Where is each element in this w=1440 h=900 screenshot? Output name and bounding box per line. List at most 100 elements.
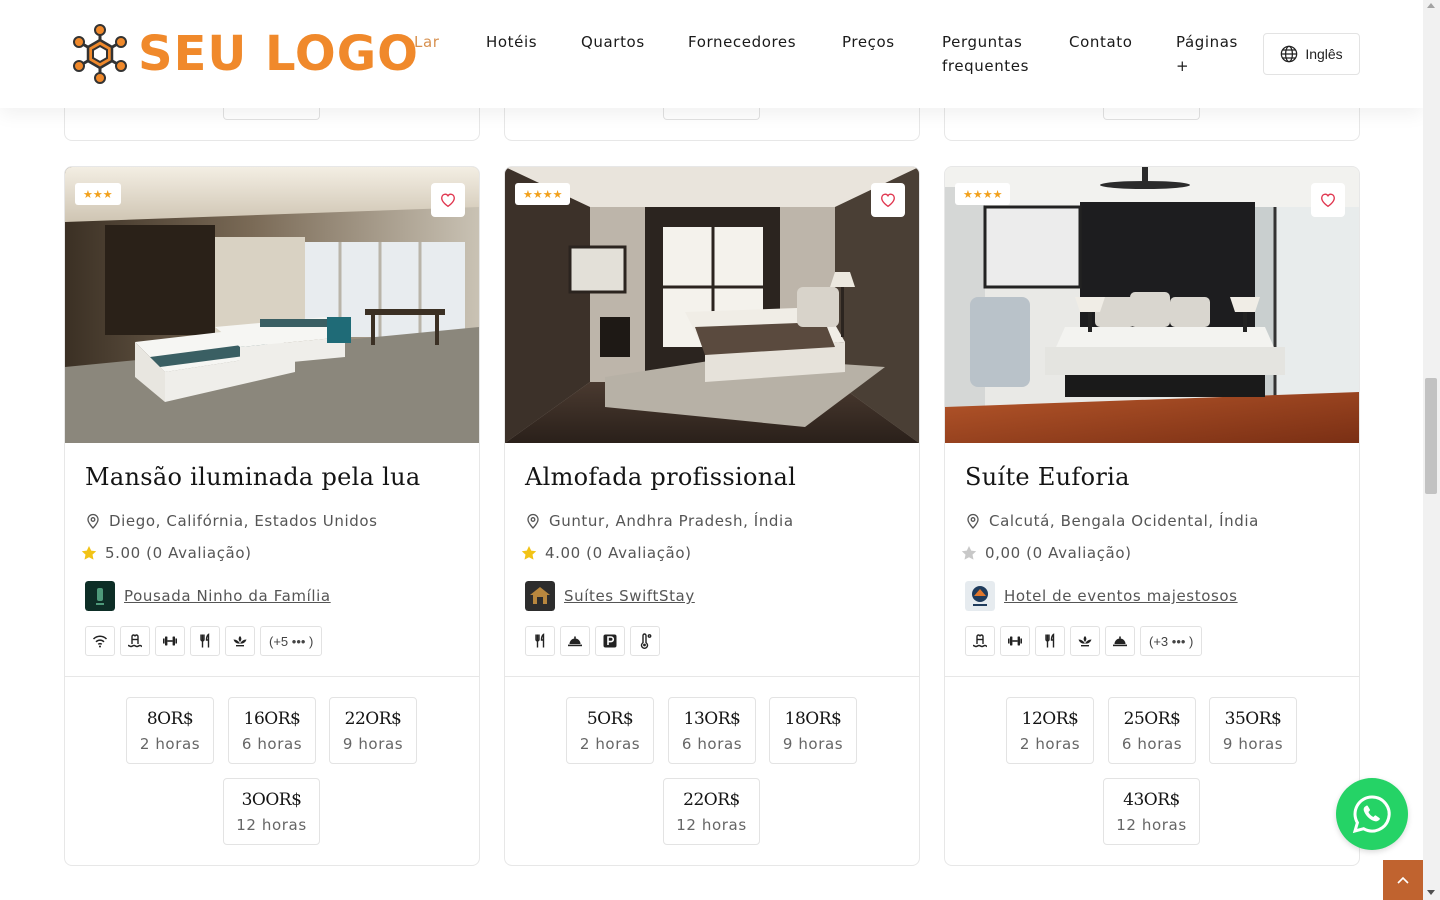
price-option[interactable]: 16OR$ 6 horas <box>228 697 316 764</box>
nav-pages-plus: + <box>1176 57 1190 75</box>
scroll-down-arrow[interactable] <box>1427 890 1435 895</box>
price-duration: 12 horas <box>236 816 307 834</box>
star-rating-badge: ★★★ <box>75 183 121 205</box>
language-label: Inglês <box>1305 46 1343 62</box>
hotel-title[interactable]: Almofada profissional <box>525 463 796 491</box>
more-amenities-button[interactable]: (+5 ••• ) <box>260 626 323 656</box>
hotel-title[interactable]: Mansão iluminada pela lua <box>85 463 420 491</box>
vendor-logo[interactable] <box>965 581 995 611</box>
hotel-rating: 5.00 (0 Avaliação) <box>81 544 252 562</box>
amenity-gym[interactable] <box>1000 626 1030 656</box>
nav-pages-label: Páginas <box>1176 33 1238 51</box>
nav-pages[interactable]: Páginas + <box>1176 30 1238 78</box>
hotel-card: ★★★★ Suíte Euforia Calcutá, Bengala Ocid… <box>944 166 1360 866</box>
price-option[interactable]: 22OR$ 9 horas <box>329 697 417 764</box>
globe-icon <box>1281 45 1298 63</box>
price-duration: 12 horas <box>1116 816 1187 834</box>
site-logo[interactable]: SEU LOGO <box>70 24 419 84</box>
price-option[interactable]: 18OR$ 9 horas <box>769 697 857 764</box>
amenity-parking[interactable] <box>595 626 625 656</box>
price-amount: 22OR$ <box>683 790 740 810</box>
map-pin-icon <box>967 513 979 529</box>
vendor: Pousada Ninho da Família <box>85 581 331 611</box>
hotel-title[interactable]: Suíte Euforia <box>965 463 1130 491</box>
price-option[interactable]: 8OR$ 2 horas <box>126 697 214 764</box>
room-photo[interactable]: ★★★★ <box>505 167 919 443</box>
price-amount: 12OR$ <box>1021 709 1079 729</box>
amenity-pool[interactable] <box>120 626 150 656</box>
spa-icon <box>1078 636 1092 647</box>
price-duration: 9 horas <box>782 735 844 753</box>
restaurant-icon <box>1045 633 1055 648</box>
room-photo[interactable]: ★★★ <box>65 167 479 443</box>
amenity-restaurant[interactable] <box>1035 626 1065 656</box>
page: SEU LOGO Lar Hotéis Quartos Fornecedores… <box>0 0 1423 900</box>
price-option[interactable]: 5OR$ 2 horas <box>566 697 654 764</box>
price-duration: 2 horas <box>1019 735 1081 753</box>
price-duration: 2 horas <box>139 735 201 753</box>
amenity-spa[interactable] <box>1070 626 1100 656</box>
nav-home[interactable]: Lar <box>414 30 440 54</box>
vendor-logo[interactable] <box>85 581 115 611</box>
wishlist-button[interactable] <box>1311 183 1345 217</box>
wishlist-button[interactable] <box>871 183 905 217</box>
price-option[interactable]: 35OR$ 9 horas <box>1209 697 1297 764</box>
nav-faq-line2: frequentes <box>942 57 1030 75</box>
location-text: Calcutá, Bengala Ocidental, Índia <box>989 512 1259 530</box>
star-icon <box>81 546 97 560</box>
vendor-logo[interactable] <box>525 581 555 611</box>
wishlist-button[interactable] <box>431 183 465 217</box>
amenity-room-service[interactable] <box>560 626 590 656</box>
hotel-rating: 0,00 (0 Avaliação) <box>961 544 1132 562</box>
amenity-restaurant[interactable] <box>525 626 555 656</box>
amenity-pool[interactable] <box>965 626 995 656</box>
amenities-list: (+5 ••• ) <box>85 626 323 656</box>
nav-vendors[interactable]: Fornecedores <box>688 30 796 54</box>
card-divider <box>505 676 919 677</box>
vendor-link[interactable]: Hotel de eventos majestosos <box>1004 587 1238 605</box>
price-option[interactable]: 13OR$ 6 horas <box>668 697 756 764</box>
back-to-top-button[interactable] <box>1383 860 1423 900</box>
nav-pricing[interactable]: Preços <box>842 30 895 54</box>
more-amenities-button[interactable]: (+3 ••• ) <box>1140 626 1203 656</box>
price-amount: 13OR$ <box>683 709 741 729</box>
card-divider <box>65 676 479 677</box>
nav-faq[interactable]: Perguntas frequentes <box>942 30 1029 78</box>
vendor: Hotel de eventos majestosos <box>965 581 1238 611</box>
pool-icon <box>127 634 143 648</box>
amenity-climate[interactable] <box>630 626 660 656</box>
price-duration: 6 horas <box>241 735 303 753</box>
vendor-link[interactable]: Suítes SwiftStay <box>564 587 695 605</box>
vendor-link[interactable]: Pousada Ninho da Família <box>124 587 331 605</box>
price-option[interactable]: 22OR$ 12 horas <box>663 778 760 845</box>
spa-icon <box>233 636 247 647</box>
nav-contact[interactable]: Contato <box>1069 30 1133 54</box>
nav-hotels[interactable]: Hotéis <box>486 30 537 54</box>
amenity-restaurant[interactable] <box>190 626 220 656</box>
price-amount: 25OR$ <box>1123 709 1181 729</box>
nav-rooms[interactable]: Quartos <box>581 30 645 54</box>
price-option[interactable]: 3OOR$ 12 horas <box>223 778 320 845</box>
amenity-spa[interactable] <box>225 626 255 656</box>
scroll-up-arrow[interactable] <box>1427 3 1435 8</box>
price-duration: 12 horas <box>676 816 747 834</box>
price-duration: 9 horas <box>1222 735 1284 753</box>
price-duration: 9 horas <box>342 735 404 753</box>
language-selector[interactable]: Inglês <box>1263 33 1360 75</box>
price-amount: 22OR$ <box>344 709 402 729</box>
star-icon <box>521 546 537 560</box>
price-option[interactable]: 25OR$ 6 horas <box>1108 697 1196 764</box>
amenity-room-service[interactable] <box>1105 626 1135 656</box>
scroll-thumb[interactable] <box>1425 378 1437 494</box>
room-photo[interactable]: ★★★★ <box>945 167 1359 443</box>
parking-icon <box>603 634 617 648</box>
page-scrollbar[interactable] <box>1423 0 1440 900</box>
map-pin-icon <box>527 513 539 529</box>
hotel-rating: 4.00 (0 Avaliação) <box>521 544 692 562</box>
room-service-icon <box>568 636 582 647</box>
price-option[interactable]: 43OR$ 12 horas <box>1103 778 1200 845</box>
amenity-wifi[interactable] <box>85 626 115 656</box>
whatsapp-button[interactable] <box>1336 778 1408 850</box>
price-option[interactable]: 12OR$ 2 horas <box>1006 697 1094 764</box>
amenity-gym[interactable] <box>155 626 185 656</box>
